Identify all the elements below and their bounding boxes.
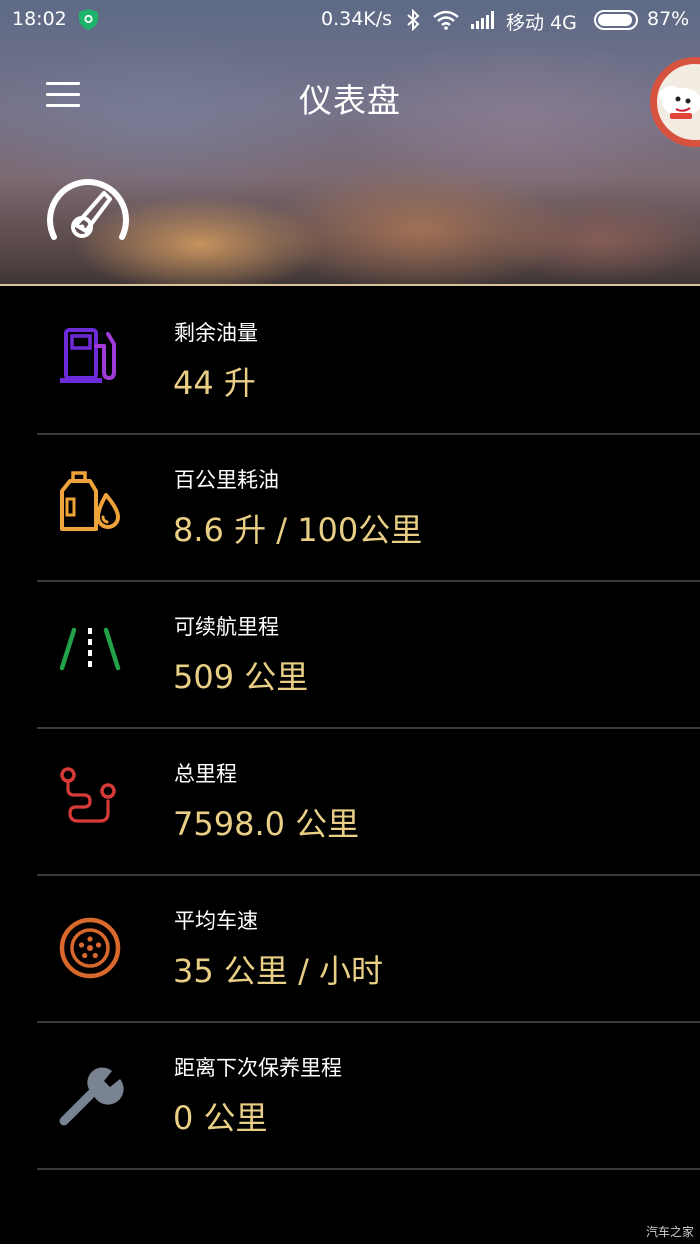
list-item-range[interactable]: 可续航里程 509 公里 (0, 582, 700, 729)
list-item-maintenance[interactable]: 距离下次保养里程 0 公里 (0, 1023, 700, 1170)
item-value: 44 升 (173, 364, 256, 402)
item-label: 百公里耗油 (174, 468, 279, 492)
status-bar: 18:02 0.34K/s 移动 4G 87% (0, 0, 700, 40)
list-item-average-speed[interactable]: 平均车速 35 公里 / 小时 (0, 876, 700, 1023)
wheel-icon (59, 917, 121, 979)
shield-icon (79, 9, 98, 30)
item-value: 35 公里 / 小时 (173, 952, 384, 990)
dashboard-list: 剩余油量 44 升 百公里耗油 8.6 升 / 100公里 可续航里程 509 … (0, 288, 700, 1170)
route-icon (60, 767, 116, 823)
item-label: 可续航里程 (174, 615, 279, 639)
road-icon (59, 627, 121, 671)
item-label: 距离下次保养里程 (174, 1056, 342, 1080)
item-value: 7598.0 公里 (173, 805, 360, 843)
item-value: 8.6 升 / 100公里 (173, 511, 423, 549)
list-item-total-mileage[interactable]: 总里程 7598.0 公里 (0, 729, 700, 876)
page-title: 仪表盘 (299, 81, 401, 120)
wrench-icon (59, 1067, 124, 1126)
mascot-avatar[interactable] (650, 57, 700, 147)
carrier-label: 移动 4G (506, 12, 577, 34)
oil-can-icon (60, 471, 120, 531)
wifi-icon (433, 10, 459, 30)
status-time: 18:02 (12, 8, 67, 30)
item-label: 总里程 (174, 762, 237, 786)
battery-percent: 87% (647, 8, 690, 30)
signal-icon (471, 11, 494, 29)
list-item-fuel[interactable]: 剩余油量 44 升 (0, 288, 700, 435)
list-item-fuel-consumption[interactable]: 百公里耗油 8.6 升 / 100公里 (0, 435, 700, 582)
item-label: 平均车速 (174, 909, 258, 933)
item-value: 0 公里 (173, 1099, 268, 1137)
bluetooth-icon (407, 9, 420, 31)
speedometer-icon (47, 179, 129, 240)
battery-icon (594, 10, 638, 30)
item-label: 剩余油量 (174, 321, 258, 345)
watermark: 汽车之家 (645, 1225, 694, 1239)
dashboard-header: 18:02 0.34K/s 移动 4G 87% 仪表盘 (0, 0, 700, 286)
item-value: 509 公里 (173, 658, 309, 696)
fuel-pump-icon (60, 328, 116, 383)
network-speed: 0.34K/s (321, 8, 393, 30)
